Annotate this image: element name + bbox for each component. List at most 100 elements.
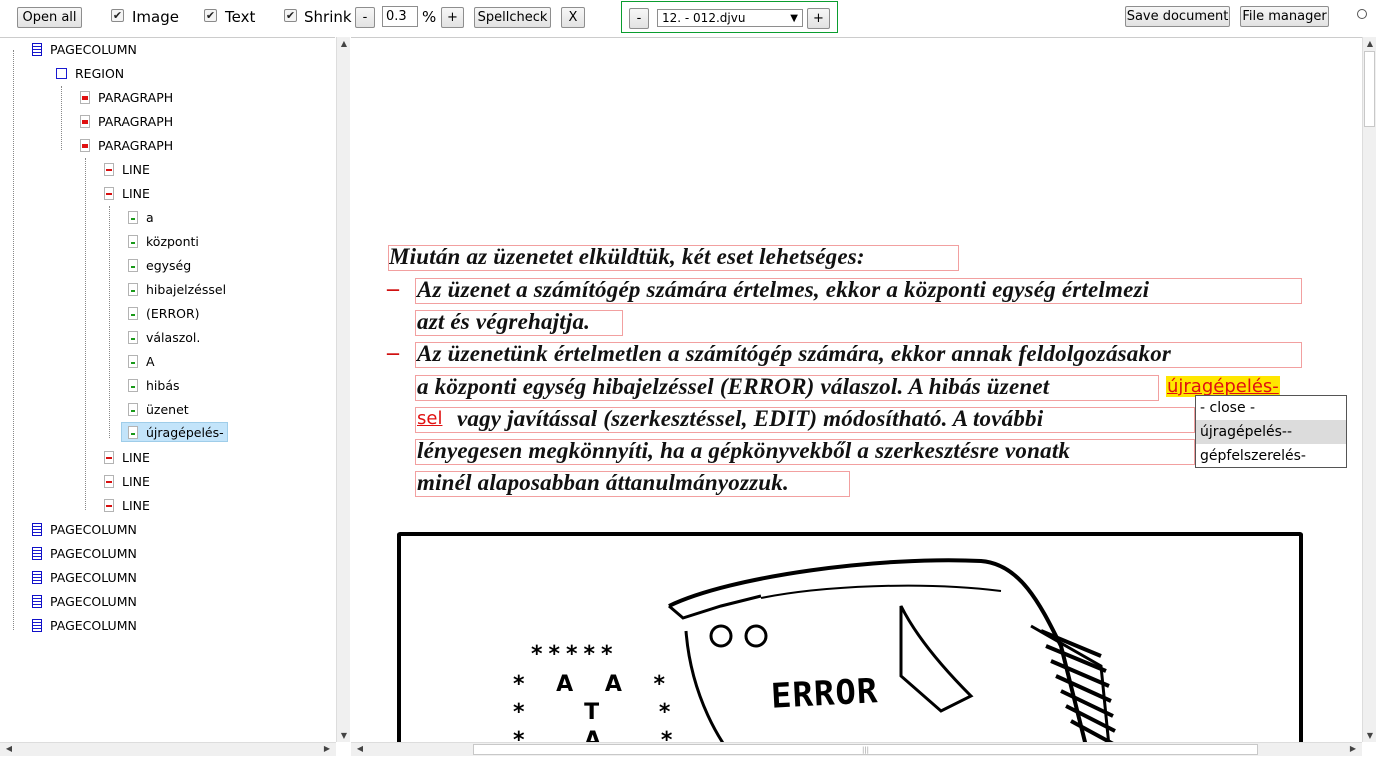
save-document-button[interactable]: Save document <box>1125 6 1230 27</box>
tree-node-line[interactable]: LINE <box>104 183 150 203</box>
line-icon <box>104 450 114 464</box>
percent-label: % <box>422 8 437 26</box>
shrink-input[interactable]: 0.3 <box>382 6 418 27</box>
close-button[interactable]: X <box>561 7 585 28</box>
image-label: Image <box>132 8 179 26</box>
word-icon <box>128 425 138 439</box>
next-document-button[interactable]: + <box>807 8 830 29</box>
tree-node-word[interactable]: (ERROR) <box>128 303 200 323</box>
tree-node-word[interactable]: hibajelzéssel <box>128 279 226 299</box>
radio-button[interactable] <box>1357 9 1367 19</box>
tree-node-line[interactable]: LINE <box>104 447 150 467</box>
word-box[interactable] <box>415 310 623 336</box>
word-icon <box>128 234 138 248</box>
spellcheck-button[interactable]: Spellcheck <box>474 7 551 28</box>
word-box[interactable] <box>415 342 1302 368</box>
word-box[interactable] <box>388 245 959 271</box>
tree-node-pagecolumn[interactable]: PAGECOLUMN <box>32 615 137 635</box>
scroll-thumb[interactable]: ||| <box>473 744 1258 755</box>
suggestion-option[interactable]: újragépelés-- <box>1196 420 1346 444</box>
tree-node-label: A <box>146 353 155 369</box>
illustration-stars: ***** <box>531 642 619 667</box>
scroll-down-icon[interactable]: ▼ <box>1363 731 1377 740</box>
tree-node-label: válaszol. <box>146 329 201 345</box>
word-box[interactable] <box>415 407 1195 433</box>
highlighted-word[interactable]: újragépelés- <box>1166 376 1280 397</box>
tree-node-label: PAGECOLUMN <box>50 617 137 633</box>
tree-node-word[interactable]: A <box>128 351 155 371</box>
tree-node-pagecolumn[interactable]: PAGECOLUMN <box>32 567 137 587</box>
scroll-left-icon[interactable]: ◀ <box>2 744 16 753</box>
tree-node-pagecolumn[interactable]: PAGECOLUMN <box>32 519 137 539</box>
tree-node-label: újragépelés- <box>146 424 224 440</box>
tree-node-label: hibás <box>146 377 180 393</box>
tree-node-word[interactable]: válaszol. <box>128 327 200 347</box>
tree-node-word[interactable]: üzenet <box>128 399 189 419</box>
word-box[interactable] <box>415 375 1159 401</box>
scroll-thumb[interactable] <box>1364 51 1375 127</box>
tree-node-word[interactable]: hibás <box>128 375 180 395</box>
word-icon <box>128 330 138 344</box>
shrink-label: Shrink <box>304 8 352 26</box>
tree-node-pagecolumn[interactable]: PAGECOLUMN <box>32 591 137 611</box>
tree-node-label: PAGECOLUMN <box>50 545 137 561</box>
tree-node-paragraph[interactable]: PARAGRAPH <box>80 135 173 155</box>
word-icon <box>128 306 138 320</box>
tree-connector <box>85 158 86 510</box>
tree-node-line[interactable]: LINE <box>104 495 150 515</box>
line-icon <box>104 474 114 488</box>
suggestion-close[interactable]: - close - <box>1196 396 1346 420</box>
tree-node-label: LINE <box>122 185 150 201</box>
tree-node-word[interactable]: központi <box>128 231 199 251</box>
prev-document-button[interactable]: - <box>629 8 649 29</box>
suggestion-option[interactable]: gépfelszerelés- <box>1196 444 1346 468</box>
scroll-up-icon[interactable]: ▲ <box>1363 39 1377 48</box>
shrink-decrease-button[interactable]: - <box>355 7 375 28</box>
tree-node-pagecolumn[interactable]: PAGECOLUMN <box>32 543 137 563</box>
scroll-up-icon[interactable]: ▲ <box>337 39 351 48</box>
word-box[interactable] <box>415 278 1302 304</box>
tree-node-paragraph[interactable]: PARAGRAPH <box>80 111 173 131</box>
pagecolumn-icon <box>32 594 42 608</box>
line-icon <box>104 162 114 176</box>
pagecolumn-icon <box>32 42 42 56</box>
word-icon <box>128 282 138 296</box>
tree-vertical-scrollbar[interactable]: ▲ ▼ <box>336 37 350 742</box>
viewer-vertical-scrollbar[interactable]: ▲ ▼ <box>1362 37 1376 742</box>
word-box[interactable] <box>415 439 1195 465</box>
shrink-increase-button[interactable]: + <box>441 7 464 28</box>
tree-node-line[interactable]: LINE <box>104 159 150 179</box>
scroll-right-icon[interactable]: ▶ <box>1346 744 1360 753</box>
toolbar: Open all ✔ Image ✔ Text ✔ Shrink - 0.3 %… <box>0 0 1377 34</box>
word-icon <box>128 210 138 224</box>
tree-node-paragraph[interactable]: PARAGRAPH <box>80 87 173 107</box>
scroll-right-icon[interactable]: ▶ <box>320 744 334 753</box>
scroll-left-icon[interactable]: ◀ <box>353 744 367 753</box>
scroll-down-icon[interactable]: ▼ <box>337 731 351 740</box>
tree-node-label: LINE <box>122 449 150 465</box>
illustration-error-text: ERROR <box>770 671 880 717</box>
document-navigator: - 12. - 012.djvu ▼ + <box>621 1 838 33</box>
list-dash: – <box>387 340 399 366</box>
pagecolumn-icon <box>32 522 42 536</box>
tree-node-label: PARAGRAPH <box>98 113 174 129</box>
open-all-button[interactable]: Open all <box>17 7 82 28</box>
text-checkbox[interactable]: ✔ <box>204 9 217 22</box>
tree-horizontal-scrollbar[interactable]: ◀ ▶ <box>0 742 336 756</box>
file-manager-button[interactable]: File manager <box>1240 6 1329 27</box>
tree-node-label: REGION <box>75 65 125 81</box>
line-icon <box>104 498 114 512</box>
document-select[interactable]: 12. - 012.djvu ▼ <box>657 9 803 27</box>
tree-node-region[interactable]: REGION <box>56 63 124 83</box>
shrink-checkbox[interactable]: ✔ <box>284 9 297 22</box>
tree-node-pagecolumn[interactable]: PAGECOLUMN <box>32 39 137 59</box>
tree-node-word-selected[interactable]: újragépelés- <box>121 422 228 442</box>
image-checkbox[interactable]: ✔ <box>111 9 124 22</box>
tree-node-line[interactable]: LINE <box>104 471 150 491</box>
tree-node-label: PAGECOLUMN <box>50 521 137 537</box>
region-icon <box>56 67 67 79</box>
word-box[interactable] <box>415 471 850 497</box>
tree-node-word[interactable]: a <box>128 207 154 227</box>
tree-node-word[interactable]: egység <box>128 255 191 275</box>
viewer-horizontal-scrollbar[interactable]: ◀ ||| ▶ <box>351 742 1362 756</box>
